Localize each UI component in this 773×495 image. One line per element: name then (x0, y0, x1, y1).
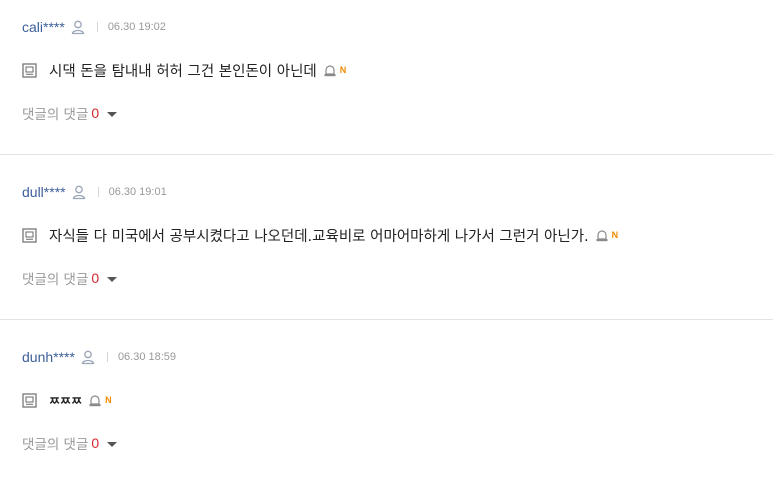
meta-divider (106, 352, 108, 362)
comment-date: 06.30 18:59 (117, 351, 177, 363)
comment-date: 06.30 19:01 (108, 186, 167, 198)
comment-body: 시댁 돈을 탐내내 허허 그건 본인돈이 아닌데 N (22, 59, 346, 81)
memo-icon (22, 227, 37, 243)
memo-icon (22, 62, 37, 78)
reply-count: 0 (91, 435, 100, 451)
comment-meta: dunh**** 06.30 18:59 (22, 347, 176, 367)
reply-count: 0 (91, 105, 100, 121)
meta-divider (96, 22, 98, 32)
report-icon[interactable] (595, 229, 609, 242)
caret-down-icon (107, 111, 118, 117)
comment-date: 06.30 19:02 (107, 21, 166, 33)
comment-body: ㅉㅉㅉ N (22, 389, 112, 411)
reply-toggle[interactable]: 댓글의 댓글 0 (22, 103, 118, 123)
comment-body: 자식들 다 미국에서 공부시켰다고 나오던데.교육비로 어마어마하게 나가서 그… (22, 224, 618, 246)
comment-separator (0, 154, 773, 155)
comment-meta: cali**** 06.30 19:02 (22, 17, 166, 37)
reply-label: 댓글의 댓글 (22, 107, 89, 123)
comment-text: 자식들 다 미국에서 공부시켰다고 나오던데.교육비로 어마어마하게 나가서 그… (49, 228, 589, 245)
reply-count: 0 (91, 270, 100, 286)
meta-divider (97, 187, 99, 197)
caret-down-icon (107, 441, 118, 447)
user-icon (71, 20, 85, 34)
comment-username[interactable]: dunh**** (22, 349, 75, 365)
reply-label: 댓글의 댓글 (22, 437, 89, 453)
caret-down-icon (107, 276, 118, 282)
comment-item: dull**** 06.30 19:01 자식들 다 미국에서 공부시켰다고 나… (0, 165, 773, 330)
user-icon (72, 185, 85, 199)
memo-icon (22, 392, 37, 408)
comment-text: ㅉㅉㅉ (49, 393, 83, 408)
reply-toggle[interactable]: 댓글의 댓글 0 (22, 433, 118, 453)
comment-meta: dull**** 06.30 19:01 (22, 182, 167, 202)
comment-item: cali**** 06.30 19:02 시댁 돈을 탐내내 허허 그건 본인돈… (0, 0, 773, 165)
report-icon[interactable] (323, 64, 337, 77)
user-icon (81, 350, 95, 364)
reply-label: 댓글의 댓글 (22, 272, 89, 288)
comment-text: 시댁 돈을 탐내내 허허 그건 본인돈이 아닌데 (49, 63, 317, 80)
comment-item: dunh**** 06.30 18:59 ㅉㅉㅉ N 댓글의 댓글 0 (0, 330, 773, 495)
reply-toggle[interactable]: 댓글의 댓글 0 (22, 268, 118, 288)
comment-username[interactable]: cali**** (22, 19, 65, 35)
new-badge: N (611, 230, 619, 240)
report-icon[interactable] (88, 394, 102, 407)
comment-separator (0, 319, 773, 320)
comment-username[interactable]: dull**** (22, 184, 66, 200)
new-badge: N (105, 395, 112, 405)
new-badge: N (339, 65, 347, 75)
